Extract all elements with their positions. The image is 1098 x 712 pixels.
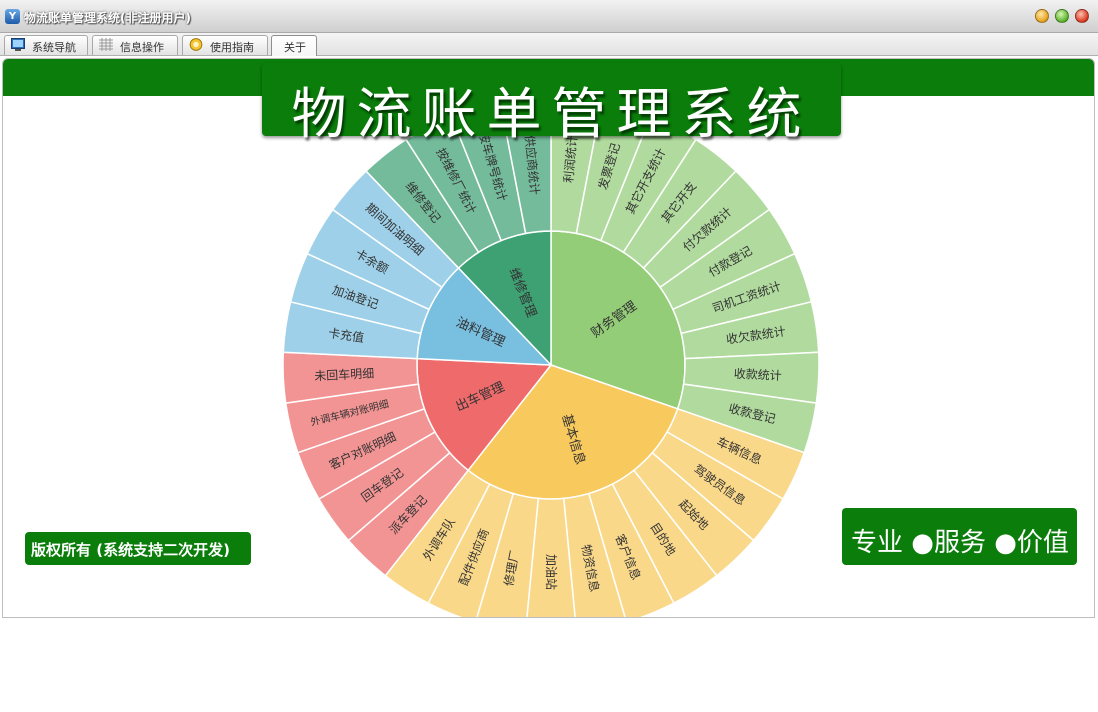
monitor-icon [11,38,25,51]
tab-label: 关于 [284,41,306,54]
sunburst-function-label: 未回车明细 [314,365,375,383]
copyright-text: 版权所有 (系统支持二次开发) [31,541,230,559]
tab-label: 使用指南 [210,41,254,54]
tab-label: 系统导航 [32,41,76,54]
copyright-badge: 版权所有 (系统支持二次开发) [25,532,251,565]
maximize-button[interactable] [1055,9,1069,23]
minimize-button[interactable] [1035,9,1049,23]
title-banner: 物流账单管理系统 [262,63,841,146]
banner-title: 物流账单管理系统 [291,82,812,146]
slogan-text: 专业 ●服务 ●价值 [851,528,1069,558]
slogan-badge: 专业 ●服务 ●价值 [842,508,1077,565]
title-bar: Y 物流账单管理系统(非注册用户) [0,0,1098,33]
tab-system-navigation[interactable]: 系统导航 [4,35,88,55]
window-title: 物流账单管理系统(非注册用户) [24,11,191,25]
tab-info-operation[interactable]: 信息操作 [92,35,178,55]
about-panel: 财务管理 利润统计 发票登记 其它开支统计 其它开支 付欠款统计 付款登记 司机工资统计 收欠款… [2,58,1095,618]
sunburst-function-label: 收款统计 [733,367,782,383]
sunburst-function-label: 加油站 [544,554,558,590]
tab-about[interactable]: 关于 [271,35,317,56]
tab-label: 信息操作 [120,41,164,54]
tab-user-guide[interactable]: 使用指南 [182,35,268,55]
tab-bar: 系统导航 信息操作 使用指南 关于 [0,33,1098,56]
app-logo-icon: Y [5,9,20,24]
help-icon [189,38,203,51]
grid-icon [99,38,113,51]
close-button[interactable] [1075,9,1089,23]
